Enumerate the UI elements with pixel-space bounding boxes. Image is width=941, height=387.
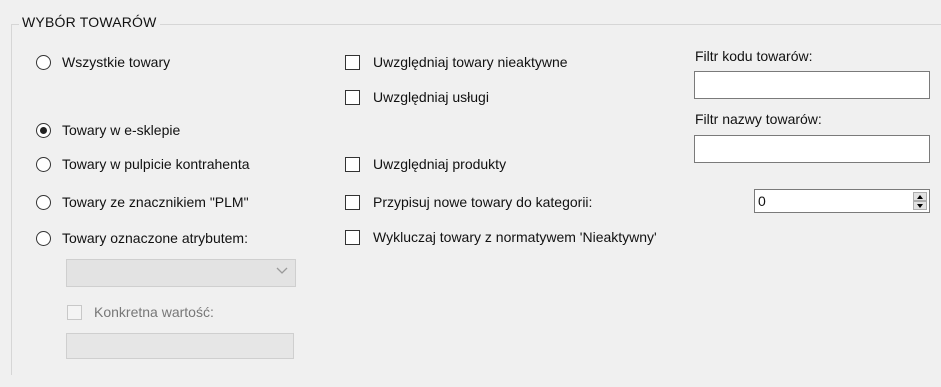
- specific-value-checkbox[interactable]: [67, 305, 82, 320]
- code-filter-label: Filtr kodu towarów:: [695, 48, 813, 64]
- radio-attribute-goods[interactable]: [36, 231, 51, 246]
- radio-contractor-desktop-goods[interactable]: [36, 157, 51, 172]
- radio-all-goods-label: Wszystkie towary: [62, 54, 171, 70]
- attribute-select[interactable]: [66, 259, 296, 287]
- include-services-checkbox[interactable]: [345, 90, 360, 105]
- radio-all-goods[interactable]: [36, 55, 51, 70]
- name-filter-label: Filtr nazwy towarów:: [695, 111, 822, 127]
- specific-value-label: Konkretna wartość:: [94, 304, 214, 320]
- include-services-label: Uwzględniaj usługi: [373, 89, 489, 105]
- decrement-button[interactable]: [913, 201, 927, 210]
- group-title: WYBÓR TOWARÓW: [19, 14, 160, 30]
- radio-e-shop-goods-label: Towary w e-sklepie: [62, 122, 181, 138]
- exclude-inactive-normative-label: Wykluczaj towary z normatywem 'Nieaktywn…: [373, 229, 657, 245]
- stepper-buttons: [913, 192, 927, 210]
- exclude-inactive-normative-checkbox[interactable]: [345, 230, 360, 245]
- include-inactive-label: Uwzględniaj towary nieaktywne: [373, 54, 568, 70]
- arrow-up-icon: [917, 195, 923, 199]
- radio-attribute-goods-label: Towary oznaczone atrybutem:: [62, 230, 248, 246]
- assign-category-checkbox[interactable]: [345, 195, 360, 210]
- category-number-value: 0: [758, 193, 766, 209]
- radio-plm-goods[interactable]: [36, 195, 51, 210]
- assign-category-label: Przypisuj nowe towary do kategorii:: [373, 194, 593, 210]
- include-products-label: Uwzględniaj produkty: [373, 156, 507, 172]
- arrow-down-icon: [917, 204, 923, 208]
- radio-plm-goods-label: Towary ze znacznikiem "PLM": [62, 194, 249, 210]
- chevron-down-icon: [276, 267, 288, 274]
- increment-button[interactable]: [913, 192, 927, 201]
- name-filter-input[interactable]: [694, 135, 930, 163]
- include-products-checkbox[interactable]: [345, 157, 360, 172]
- category-number-stepper[interactable]: 0: [754, 189, 930, 213]
- radio-selected-dot: [40, 127, 47, 134]
- include-inactive-checkbox[interactable]: [345, 55, 360, 70]
- radio-contractor-desktop-goods-label: Towary w pulpicie kontrahenta: [62, 156, 250, 172]
- radio-e-shop-goods[interactable]: [36, 123, 51, 138]
- specific-value-input[interactable]: [66, 333, 294, 359]
- code-filter-input[interactable]: [694, 71, 930, 99]
